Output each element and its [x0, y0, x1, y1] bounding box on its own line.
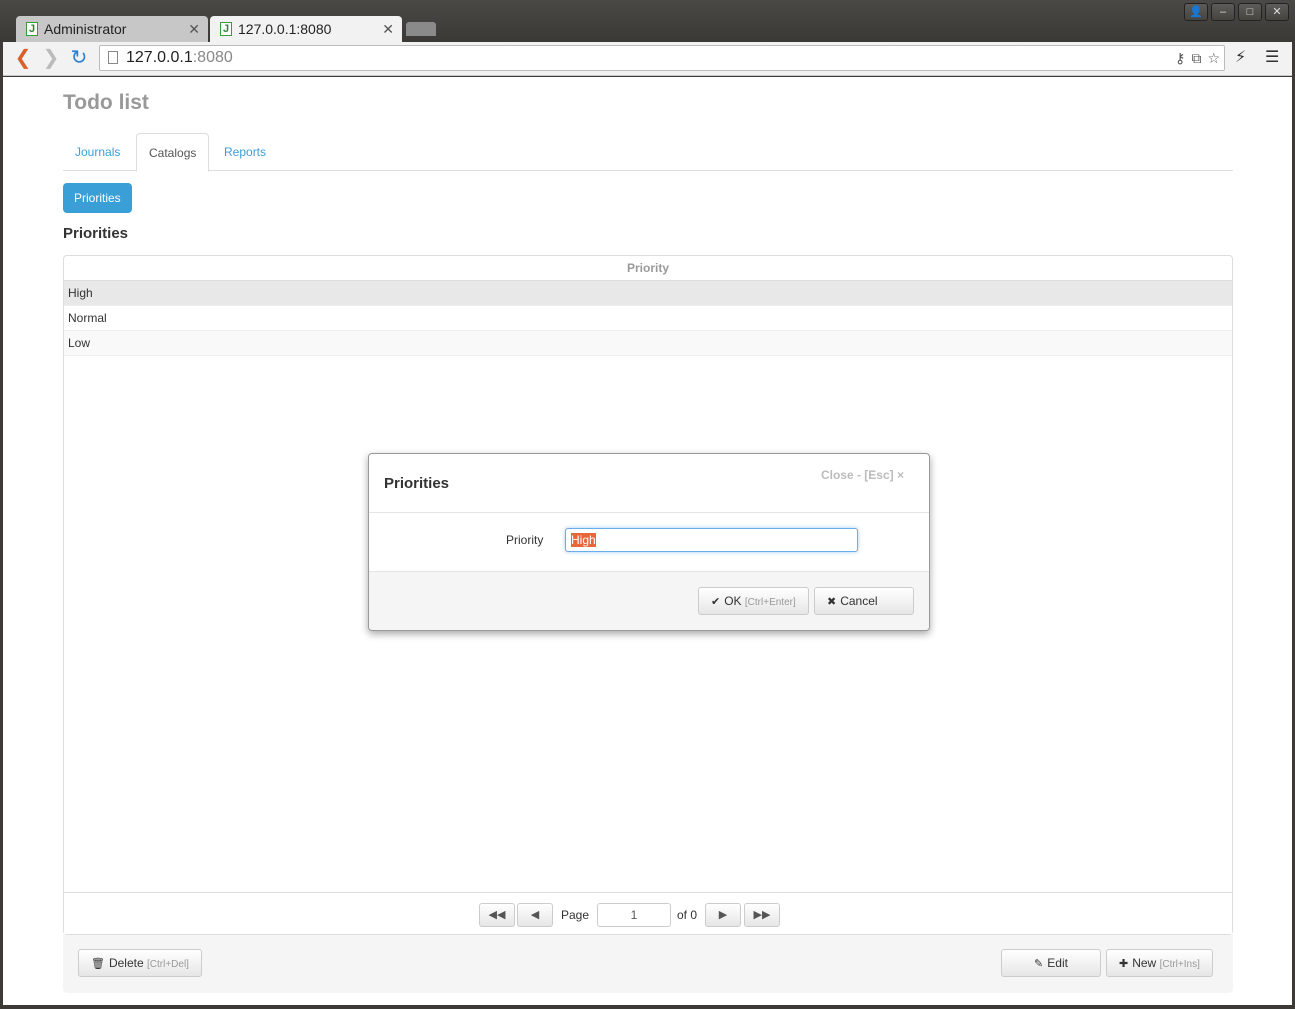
window-titlebar: J Administrator ✕ J 127.0.0.1:8080 ✕ 👤 –…	[0, 0, 1295, 42]
edit-button[interactable]: ✎ Edit	[1001, 949, 1101, 977]
delete-shortcut-hint: [Ctrl+Del]	[147, 959, 189, 970]
first-page-icon[interactable]: ◀◀	[479, 903, 515, 927]
extension-bolt-icon[interactable]: ⚡	[1235, 46, 1246, 70]
priorities-catalog-button[interactable]: Priorities	[63, 183, 132, 213]
maximize-icon[interactable]: □	[1238, 3, 1262, 21]
dialog-body: Priority High	[369, 513, 929, 572]
cancel-label: Cancel	[840, 594, 878, 608]
tab-reports[interactable]: Reports	[212, 133, 278, 171]
edit-icon: ✎	[1034, 958, 1044, 970]
table-row[interactable]: Low	[64, 331, 1232, 356]
app-favicon-icon: J	[220, 22, 232, 36]
delete-button[interactable]: 🗑 Delete [Ctrl+Del]	[78, 949, 202, 977]
page-content: Todo list Journals Catalogs Reports Prio…	[3, 77, 1292, 1005]
page-count-label: of 0	[677, 908, 698, 922]
url-host: 127.0.0.1	[126, 49, 193, 66]
browser-tab-administrator[interactable]: J Administrator ✕	[16, 16, 208, 42]
omnibox-icons: ⚷ ⧉ ☆	[1175, 46, 1220, 70]
edit-label: Edit	[1047, 956, 1068, 970]
plus-icon: ✚	[1119, 958, 1129, 970]
tab-journals[interactable]: Journals	[63, 133, 132, 171]
reload-icon[interactable]: ↻	[67, 46, 91, 70]
action-footer: 🗑 Delete [Ctrl+Del] ✎ Edit ✚ New [Ctrl+Ins]	[63, 935, 1233, 993]
last-page-icon[interactable]: ▶▶	[744, 903, 780, 927]
dialog-footer: ✔ OK [Ctrl+Enter] ✖ Cancel	[369, 572, 929, 630]
new-shortcut-hint: [Ctrl+Ins]	[1159, 959, 1200, 970]
dialog-close-button[interactable]: Close - [Esc] ×	[821, 468, 904, 482]
ok-label: OK	[724, 594, 742, 608]
new-tab-button[interactable]	[406, 22, 436, 36]
back-arrow-icon[interactable]: ❮	[11, 46, 35, 70]
priority-field-label: Priority	[506, 533, 544, 547]
checkmark-icon: ✔	[711, 596, 721, 608]
priority-input[interactable]: High	[565, 528, 858, 552]
cross-icon: ✖	[827, 596, 837, 608]
address-bar[interactable]: 127.0.0.1:8080 ⚷ ⧉ ☆	[99, 45, 1225, 71]
trash-icon: 🗑	[91, 958, 105, 970]
close-tab-icon[interactable]: ✕	[188, 16, 200, 42]
key-icon[interactable]: ⚷	[1175, 46, 1185, 70]
close-window-icon[interactable]: ✕	[1265, 3, 1289, 21]
tab-catalogs[interactable]: Catalogs	[136, 133, 210, 172]
close-tab-icon[interactable]: ✕	[382, 16, 394, 42]
column-header-priority[interactable]: Priority	[64, 256, 1232, 281]
section-title: Priorities	[63, 225, 129, 242]
dialog-title: Priorities	[384, 475, 450, 492]
forward-arrow-icon[interactable]: ❯	[39, 46, 63, 70]
page-icon	[108, 51, 118, 64]
tab-label: Administrator	[44, 21, 127, 37]
bookmark-star-icon[interactable]: ☆	[1207, 46, 1220, 70]
pagination-bar: ◀◀ ◀ Page 1 of 0 ▶ ▶▶	[64, 892, 1232, 934]
prev-page-icon[interactable]: ◀	[517, 903, 553, 927]
new-label: New	[1132, 956, 1157, 970]
browser-tab-localhost[interactable]: J 127.0.0.1:8080 ✕	[210, 16, 402, 42]
priorities-edit-dialog: Priorities Close - [Esc] × Priority High…	[368, 453, 930, 631]
page-label: Page	[561, 908, 590, 922]
translate-icon[interactable]: ⧉	[1191, 46, 1201, 70]
tab-label: 127.0.0.1:8080	[238, 21, 332, 37]
table-row[interactable]: Normal	[64, 306, 1232, 331]
cancel-button[interactable]: ✖ Cancel	[814, 587, 914, 615]
new-button[interactable]: ✚ New [Ctrl+Ins]	[1106, 949, 1213, 977]
table-row[interactable]: High	[64, 281, 1232, 306]
page-title: Todo list	[63, 91, 149, 114]
browser-toolbar: ❮ ❯ ↻ 127.0.0.1:8080 ⚷ ⧉ ☆ ⚡ ☰	[3, 42, 1292, 76]
window-controls: 👤 – □ ✕	[1184, 3, 1289, 21]
app-favicon-icon: J	[26, 22, 38, 36]
user-icon[interactable]: 👤	[1184, 3, 1208, 21]
ok-button[interactable]: ✔ OK [Ctrl+Enter]	[698, 587, 809, 615]
main-nav-tabs: Journals Catalogs Reports	[63, 133, 1233, 172]
next-page-icon[interactable]: ▶	[705, 903, 741, 927]
menu-icon[interactable]: ☰	[1265, 46, 1279, 70]
minimize-icon[interactable]: –	[1211, 3, 1235, 21]
selected-input-text: High	[571, 533, 596, 547]
ok-shortcut-hint: [Ctrl+Enter]	[744, 597, 796, 608]
dialog-header: Priorities Close - [Esc] ×	[369, 454, 929, 513]
url-port: :8080	[192, 49, 233, 66]
delete-label: Delete	[108, 956, 144, 970]
page-number-input[interactable]: 1	[597, 903, 671, 927]
